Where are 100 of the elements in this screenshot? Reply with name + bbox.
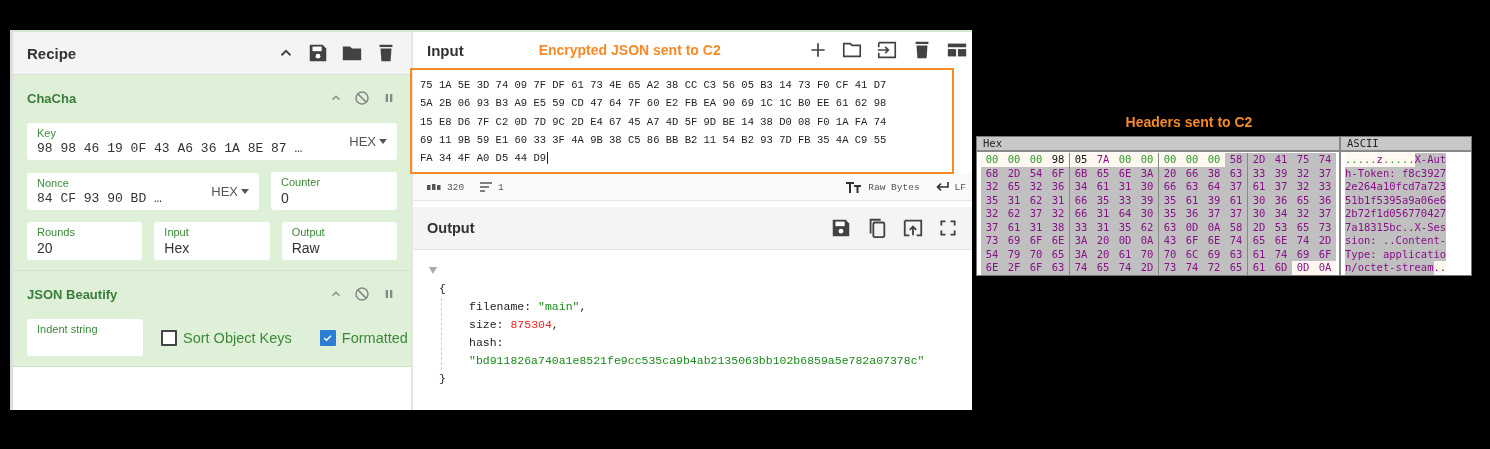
save-icon[interactable]	[830, 217, 852, 239]
hex-byte: 05	[1070, 153, 1092, 167]
json-entry: hash: "bd911826a740a1e8521fe9cc535ca9b4ab2135063bb102b6859a5e782a07378c"	[469, 335, 926, 369]
caret-icon[interactable]	[241, 188, 249, 194]
hex-byte: 30	[1248, 207, 1270, 221]
hex-byte: 6E	[981, 261, 1003, 275]
hex-byte: 32	[1025, 180, 1047, 194]
hex-byte: 69	[1003, 234, 1025, 248]
hex-byte: 20	[1092, 234, 1114, 248]
text-size-icon[interactable]	[846, 181, 863, 193]
input-field[interactable]: Rounds 20	[27, 222, 143, 260]
operation-title: ChaCha	[27, 90, 77, 106]
json-entry: size: 875304,	[469, 317, 560, 333]
input-field[interactable]: Key 98 98 46 19 0F 43 A6 36 1A 8E 87 … HEX	[27, 123, 397, 160]
hex-byte: 6F	[1025, 234, 1047, 248]
hex-byte: 30	[1136, 180, 1158, 194]
hex-byte: 3A	[1070, 234, 1092, 248]
hex-byte: 32	[1292, 207, 1314, 221]
hex-byte: 0D	[1292, 261, 1314, 275]
hex-byte: 73	[981, 234, 1003, 248]
hex-byte: 6E	[1270, 234, 1292, 248]
hex-byte: 74	[1314, 153, 1336, 167]
input-text-area[interactable]: 75 1A 5E 3D 74 09 7F DF 61 73 4E 65 A2 38 CC C3 56 05 B3 14 73 F0 CF 41 D7 5A 2B 06 93 B3 A9 E5 59 CD 47 64 7F 60 E2 FB EA 90 69 1C 1C B0 EE 61 62 98 15 E8 D6 7F C2 0D 7D 9C 2D E4 67 45 A7 4D 5F 9D BE 14 38 D0 08 F0 1A FA 74 69 11 9B 59 E1 60 33 3F 4A 9B 38 C5 86 BB B2 11 54 B2 93 7D FB 35 4A C9 55 FA 34 4F A0 D5 44 D9	[410, 68, 954, 174]
hex-byte: 66	[1159, 180, 1181, 194]
input-field[interactable]: Indent string	[27, 319, 143, 356]
operation-title: JSON Beautify	[27, 286, 118, 302]
hex-byte: 63	[1181, 180, 1203, 194]
hex-byte: 6F	[1181, 234, 1203, 248]
brace: {	[439, 281, 447, 297]
open-window-icon[interactable]	[902, 217, 924, 239]
hex-byte: 65	[1225, 261, 1247, 275]
ascii-text: z	[1376, 153, 1383, 167]
disable-icon[interactable]	[353, 89, 371, 107]
json-entry: filename: "main",	[469, 299, 588, 315]
brace: }	[439, 371, 447, 387]
ascii-text: 2e264a10fcd7a723	[1345, 180, 1447, 194]
hex-byte: 32	[1047, 207, 1069, 221]
ascii-text: .....	[1345, 153, 1377, 167]
hex-byte: 2D	[1314, 234, 1336, 248]
hex-byte: 74	[1292, 234, 1314, 248]
hex-byte: 37	[1203, 207, 1225, 221]
hex-byte: 74	[1114, 261, 1136, 275]
hex-byte: 37	[1225, 180, 1247, 194]
checkbox[interactable]	[161, 329, 177, 346]
column-header: ASCII	[1341, 137, 1471, 152]
hex-byte: 65	[1092, 261, 1114, 275]
encoding-button[interactable]: Raw Bytes	[868, 181, 920, 193]
input-field[interactable]: Counter 0	[271, 172, 397, 210]
hex-byte: 0D	[1114, 234, 1136, 248]
checkbox-label[interactable]: Formatted	[341, 329, 408, 346]
input-field[interactable]: Nonce 84 CF 93 90 BD … HEX	[27, 172, 259, 210]
save-icon[interactable]	[307, 42, 329, 64]
hex-byte: 00	[1136, 153, 1158, 167]
lines-icon	[480, 182, 493, 192]
hex-byte: 62	[1003, 207, 1025, 221]
hex-byte: 37	[1025, 207, 1047, 221]
format-dropdown[interactable]: HEX	[349, 134, 387, 149]
panel-title: Recipe	[27, 44, 77, 62]
caret-icon[interactable]	[379, 139, 387, 144]
hex-byte: 37	[1314, 207, 1336, 221]
hex-byte: 00	[1181, 153, 1203, 167]
format-dropdown[interactable]: HEX	[211, 183, 249, 199]
hex-byte: 74	[1070, 261, 1092, 275]
checkbox[interactable]	[319, 329, 336, 346]
fullscreen-icon[interactable]	[938, 218, 958, 238]
hex-byte: 75	[1292, 153, 1314, 167]
disable-icon[interactable]	[353, 285, 371, 303]
column-header: Hex	[977, 137, 1341, 152]
ascii-text: .....	[1382, 153, 1415, 167]
hex-byte: 66	[1070, 207, 1092, 221]
hex-byte: 63	[1047, 261, 1069, 275]
hex-byte: 0A	[1314, 261, 1336, 275]
hex-byte: 00	[1203, 153, 1225, 167]
hex-byte: 36	[1047, 180, 1069, 194]
hex-byte: 65	[1003, 180, 1025, 194]
input-field[interactable]: Input Hex	[154, 222, 270, 260]
line-count: 1	[498, 181, 504, 193]
hex-byte: 64	[1114, 207, 1136, 221]
eol-button[interactable]: LF	[954, 181, 966, 193]
add-icon[interactable]	[808, 40, 828, 60]
hex-byte: 2D	[1136, 261, 1158, 275]
hex-byte: 61	[1092, 180, 1114, 194]
hex-byte: 61	[1248, 180, 1270, 194]
hex-byte: 6E	[1203, 234, 1225, 248]
hex-byte: 33	[1314, 180, 1336, 194]
hex-byte: 37	[1225, 207, 1247, 221]
hex-byte: 00	[1114, 153, 1136, 167]
ascii-text: X-Aut	[1414, 153, 1447, 167]
hex-byte: 64	[1203, 180, 1225, 194]
hex-byte: 00	[1159, 153, 1181, 167]
hex-byte: 74	[1225, 234, 1247, 248]
hex-byte: 41	[1270, 153, 1292, 167]
import-icon[interactable]	[876, 39, 898, 61]
input-field[interactable]: Output Raw	[281, 222, 397, 260]
hex-byte: 34	[1270, 207, 1292, 221]
annotation-label: Encrypted JSON sent to C2	[538, 42, 721, 58]
return-arrow-icon[interactable]	[935, 182, 949, 192]
annotation-label: Headers sent to C2	[1125, 114, 1253, 130]
checkbox-label[interactable]: Sort Object Keys	[183, 329, 292, 346]
hex-byte: 58	[1225, 153, 1247, 167]
